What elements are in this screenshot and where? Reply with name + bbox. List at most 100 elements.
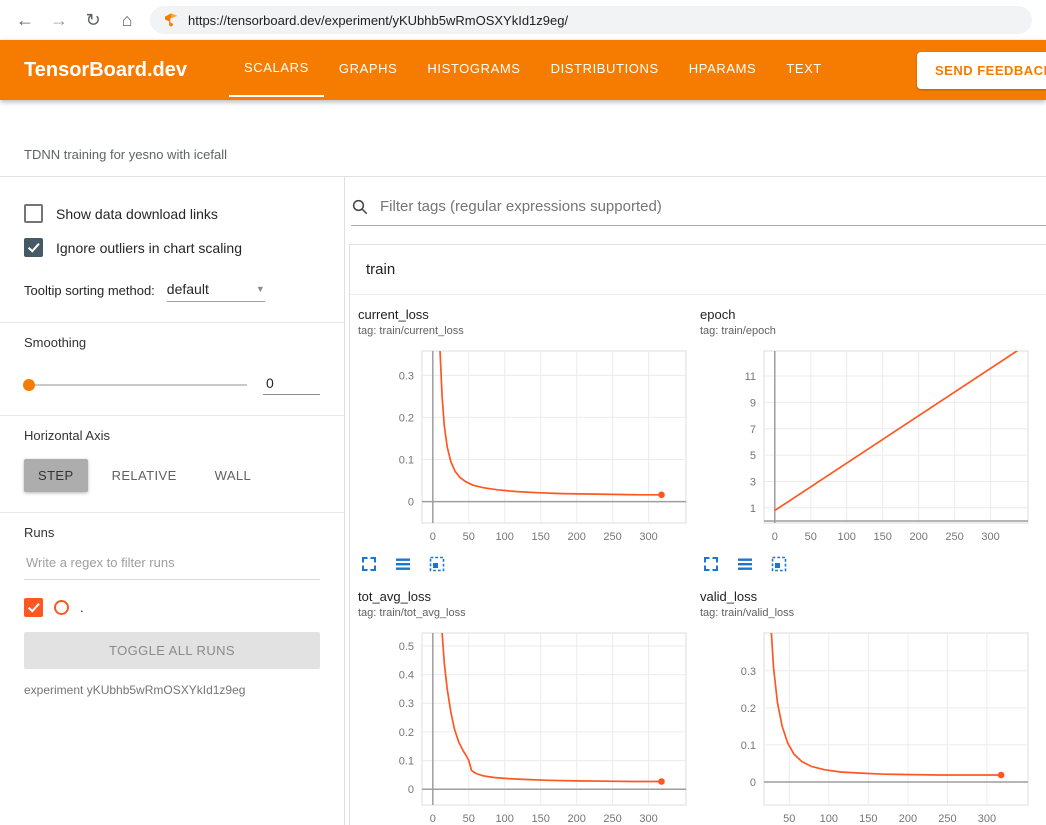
run-name: . <box>80 600 84 615</box>
log-scale-icon[interactable] <box>736 555 754 573</box>
svg-text:100: 100 <box>496 813 514 825</box>
tab-scalars[interactable]: SCALARS <box>229 40 324 97</box>
svg-text:250: 250 <box>603 531 621 543</box>
fit-domain-icon[interactable] <box>770 555 788 573</box>
svg-text:0.3: 0.3 <box>399 370 414 382</box>
svg-text:300: 300 <box>639 813 657 825</box>
horizontal-axis-section: Horizontal Axis STEP RELATIVE WALL <box>0 416 344 513</box>
tab-graphs[interactable]: GRAPHS <box>324 40 413 97</box>
svg-text:0.1: 0.1 <box>399 756 414 768</box>
axis-button-step[interactable]: STEP <box>24 459 88 492</box>
search-icon <box>351 198 369 216</box>
chart-card-current_loss: current_losstag: train/current_loss05010… <box>358 307 694 575</box>
svg-text:0: 0 <box>750 777 756 789</box>
expand-icon[interactable] <box>360 555 378 573</box>
svg-text:0: 0 <box>772 531 778 543</box>
line-chart[interactable]: 0501001502002503001357911 <box>700 347 1036 549</box>
svg-text:0.3: 0.3 <box>399 698 414 710</box>
smoothing-section: Smoothing 0 <box>0 323 344 416</box>
svg-text:3: 3 <box>750 477 756 489</box>
show-download-links-checkbox[interactable] <box>24 204 43 223</box>
svg-text:250: 250 <box>945 531 963 543</box>
svg-text:100: 100 <box>838 531 856 543</box>
tensorboard-favicon <box>163 12 179 28</box>
content: Show data download links Ignore outliers… <box>0 177 1046 825</box>
svg-text:0.1: 0.1 <box>399 455 414 467</box>
toggle-all-runs-button[interactable]: TOGGLE ALL RUNS <box>24 632 320 669</box>
slider-knob[interactable] <box>23 379 35 391</box>
app-header: TensorBoard.dev SCALARSGRAPHSHISTOGRAMSD… <box>0 40 1046 100</box>
svg-text:300: 300 <box>981 531 999 543</box>
horizontal-axis-label: Horizontal Axis <box>24 428 320 443</box>
tab-distributions[interactable]: DISTRIBUTIONS <box>536 40 674 97</box>
run-row[interactable]: . <box>24 598 320 617</box>
svg-text:0: 0 <box>408 497 414 509</box>
browser-back-icon[interactable]: ← <box>14 11 36 29</box>
tab-text[interactable]: TEXT <box>771 40 837 97</box>
nav-tabs: SCALARSGRAPHSHISTOGRAMSDISTRIBUTIONSHPAR… <box>229 40 837 97</box>
browser-home-icon[interactable]: ⌂ <box>116 11 138 29</box>
smoothing-value[interactable]: 0 <box>263 375 320 395</box>
browser-reload-icon[interactable]: ↻ <box>82 11 104 29</box>
chart-tag: tag: train/current_loss <box>358 325 694 337</box>
show-download-links-row[interactable]: Show data download links <box>24 204 320 223</box>
smoothing-slider[interactable] <box>24 384 247 386</box>
address-bar[interactable]: https://tensorboard.dev/experiment/yKUbh… <box>150 6 1032 34</box>
fit-domain-icon[interactable] <box>428 555 446 573</box>
axis-button-relative[interactable]: RELATIVE <box>98 459 191 492</box>
smoothing-slider-row: 0 <box>24 375 320 395</box>
ignore-outliers-label: Ignore outliers in chart scaling <box>56 240 242 256</box>
svg-text:11: 11 <box>745 371 756 383</box>
svg-text:0.4: 0.4 <box>399 670 414 682</box>
svg-text:0: 0 <box>430 531 436 543</box>
axis-buttons: STEP RELATIVE WALL <box>24 459 320 492</box>
chart-tag: tag: train/epoch <box>700 325 1036 337</box>
show-download-links-label: Show data download links <box>56 206 218 222</box>
send-feedback-button[interactable]: SEND FEEDBACK <box>917 52 1046 89</box>
line-chart[interactable]: 5010015020025030000.10.20.3 <box>700 629 1036 825</box>
tooltip-sorting-row: Tooltip sorting method: default ▼ <box>24 281 320 302</box>
tab-histograms[interactable]: HISTOGRAMS <box>412 40 535 97</box>
svg-text:0: 0 <box>408 784 414 796</box>
ignore-outliers-checkbox[interactable] <box>24 238 43 257</box>
svg-text:200: 200 <box>568 813 586 825</box>
ignore-outliers-row[interactable]: Ignore outliers in chart scaling <box>24 238 320 257</box>
url-text: https://tensorboard.dev/experiment/yKUbh… <box>188 13 568 28</box>
svg-text:200: 200 <box>910 531 928 543</box>
svg-text:250: 250 <box>938 813 956 825</box>
experiment-caption: experiment yKUbhb5wRmOSXYkId1z9eg <box>24 683 320 697</box>
scalars-dashboard: train current_losstag: train/current_los… <box>345 177 1046 825</box>
log-scale-icon[interactable] <box>394 555 412 573</box>
svg-text:1: 1 <box>750 503 756 515</box>
line-chart[interactable]: 05010015020025030000.10.20.3 <box>358 347 694 549</box>
expand-icon[interactable] <box>702 555 720 573</box>
svg-text:150: 150 <box>859 813 877 825</box>
tooltip-sorting-dropdown[interactable]: default ▼ <box>167 281 265 302</box>
svg-text:150: 150 <box>874 531 892 543</box>
chevron-down-icon: ▼ <box>256 284 265 294</box>
svg-text:200: 200 <box>899 813 917 825</box>
run-checkbox[interactable] <box>24 598 43 617</box>
browser-forward-icon[interactable]: → <box>48 11 70 29</box>
chart-toolbar <box>702 555 1036 573</box>
chart-card-valid_loss: valid_losstag: train/valid_loss501001502… <box>700 589 1036 825</box>
experiment-header: TDNN training for yesno with icefall <box>0 100 1046 177</box>
axis-button-wall[interactable]: WALL <box>201 459 266 492</box>
tag-filter-input[interactable] <box>378 197 1046 216</box>
tooltip-sorting-value: default <box>167 281 209 297</box>
line-chart[interactable]: 05010015020025030000.10.20.30.40.5 <box>358 629 694 825</box>
settings-sidebar: Show data download links Ignore outliers… <box>0 177 345 825</box>
chart-title: epoch <box>700 307 1036 322</box>
svg-text:0.1: 0.1 <box>741 740 756 752</box>
tab-hparams[interactable]: HPARAMS <box>674 40 772 97</box>
svg-text:100: 100 <box>820 813 838 825</box>
svg-text:150: 150 <box>532 531 550 543</box>
svg-text:50: 50 <box>783 813 795 825</box>
svg-text:0.3: 0.3 <box>741 666 756 678</box>
chart-title: tot_avg_loss <box>358 589 694 604</box>
tag-group-header[interactable]: train <box>350 245 1046 295</box>
experiment-title: TDNN training for yesno with icefall <box>24 147 227 162</box>
svg-text:0: 0 <box>430 813 436 825</box>
runs-filter-input[interactable] <box>24 554 324 571</box>
svg-text:250: 250 <box>603 813 621 825</box>
